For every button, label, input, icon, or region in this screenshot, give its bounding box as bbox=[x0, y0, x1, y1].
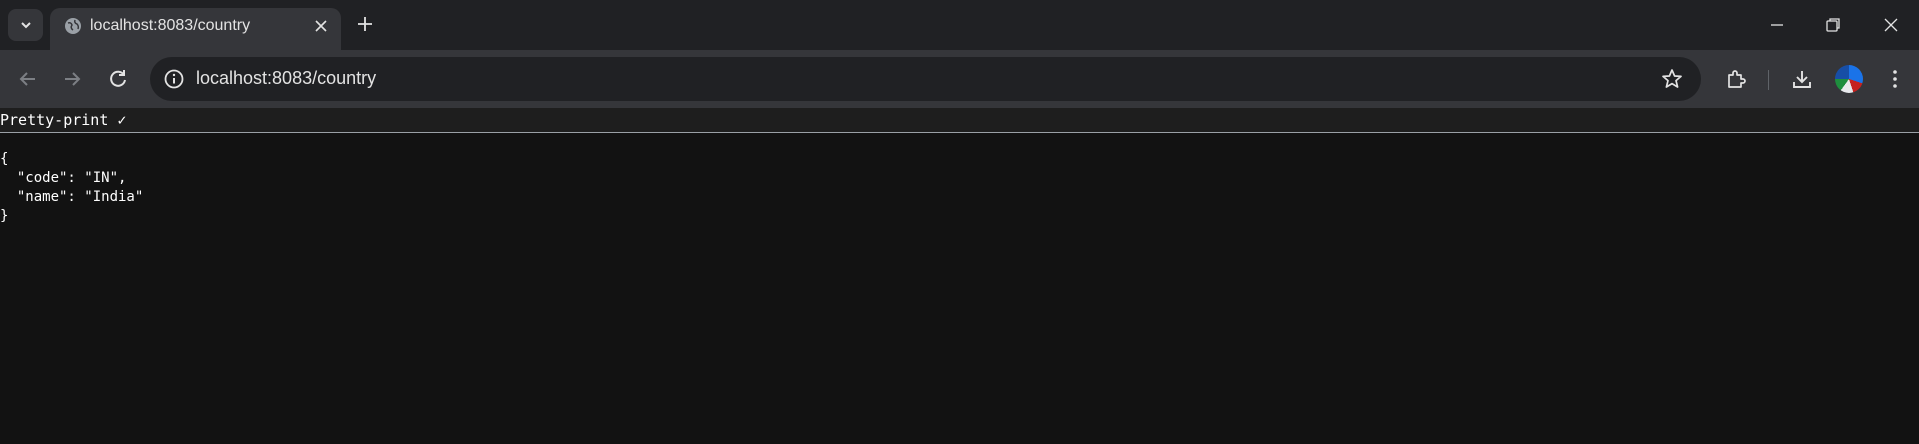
tab-close-icon[interactable] bbox=[312, 17, 330, 35]
star-icon[interactable] bbox=[1660, 67, 1684, 91]
minimize-icon[interactable] bbox=[1767, 15, 1787, 35]
reload-icon[interactable] bbox=[106, 67, 130, 91]
url-text[interactable]: localhost:8083/country bbox=[196, 68, 376, 89]
forward-arrow-icon[interactable] bbox=[60, 67, 84, 91]
puzzle-icon[interactable] bbox=[1724, 67, 1748, 91]
toolbar-divider bbox=[1768, 70, 1769, 90]
json-line: { bbox=[0, 151, 9, 167]
tab-search-button[interactable] bbox=[8, 9, 43, 41]
json-line: "name": "India" bbox=[0, 189, 144, 205]
restore-icon[interactable] bbox=[1823, 15, 1843, 35]
json-content: { "code": "IN", "name": "India" } bbox=[0, 150, 143, 226]
new-tab-plus-icon[interactable] bbox=[355, 14, 375, 34]
browser-toolbar: localhost:8083/country bbox=[0, 50, 1919, 108]
json-line: "code": "IN", bbox=[0, 170, 127, 186]
back-arrow-icon[interactable] bbox=[16, 67, 40, 91]
json-line: } bbox=[0, 208, 9, 224]
download-icon[interactable] bbox=[1790, 67, 1814, 91]
info-icon[interactable] bbox=[162, 67, 186, 91]
pretty-print-toggle[interactable]: Pretty-print ✓ bbox=[0, 111, 126, 129]
active-tab[interactable]: localhost:8083/country bbox=[50, 8, 341, 50]
address-bar[interactable]: localhost:8083/country bbox=[150, 57, 1701, 101]
chevron-down-icon bbox=[20, 22, 31, 29]
avatar[interactable] bbox=[1835, 65, 1863, 93]
pretty-print-bar: Pretty-print ✓ bbox=[0, 108, 1919, 133]
close-window-icon[interactable] bbox=[1881, 15, 1901, 35]
kebab-menu-icon[interactable] bbox=[1883, 67, 1907, 91]
globe-icon bbox=[65, 18, 81, 34]
tab-strip: localhost:8083/country bbox=[0, 0, 1919, 50]
tab-title: localhost:8083/country bbox=[90, 17, 251, 34]
